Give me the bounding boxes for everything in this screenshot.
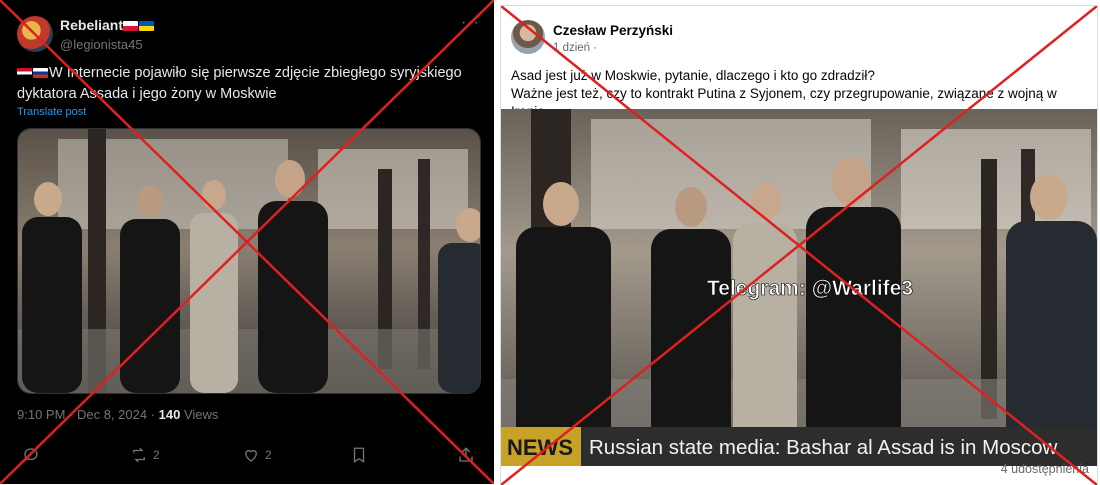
post-photo[interactable]: Telegram: @Warlife3 NEWS Russian state m…: [501, 109, 1097, 466]
twitter-post: Rebeliant @legionista45 ··· W Internecie…: [0, 0, 494, 484]
translate-link[interactable]: Translate post: [17, 106, 86, 118]
more-icon[interactable]: ···: [461, 14, 480, 32]
heart-icon: [245, 449, 257, 462]
author-handle[interactable]: @legionista45: [60, 37, 143, 52]
post-meta: 9:10 PM · Dec 8, 2024 · 140 Views: [17, 407, 218, 422]
like-button[interactable]: 2: [242, 446, 272, 464]
syria-flag-icon: [17, 68, 32, 78]
news-tag: NEWS: [507, 435, 573, 460]
post-timestamp[interactable]: 9:10 PM · Dec 8, 2024 ·: [17, 407, 159, 422]
retweet-icon: [133, 447, 145, 463]
author-name-text: Rebeliant: [60, 17, 124, 33]
author-name[interactable]: Czesław Perzyński: [553, 23, 673, 38]
russia-flag-icon: [33, 68, 48, 78]
news-ticker: Russian state media: Bashar al Assad is …: [589, 436, 1057, 459]
share-button[interactable]: [457, 446, 475, 464]
author-name[interactable]: Rebeliant: [60, 17, 155, 33]
avatar[interactable]: [17, 16, 53, 52]
retweet-button[interactable]: 2: [130, 446, 160, 464]
like-count: 2: [265, 448, 272, 462]
avatar[interactable]: [511, 20, 545, 54]
action-bar: 2 2: [17, 446, 479, 470]
shares-count[interactable]: 4 udostępnienia: [1001, 462, 1089, 476]
reply-button[interactable]: [22, 446, 40, 464]
post-text-line: Asad jest już w Moskwie, pytanie, dlacze…: [511, 68, 875, 83]
photo-illustration: Telegram: @Warlife3 NEWS Russian state m…: [501, 109, 1097, 466]
facebook-post: Czesław Perzyński 1 dzień · Asad jest ju…: [500, 5, 1098, 485]
photo-illustration: [18, 129, 480, 393]
post-text-content: W Internecie pojawiło się pierwsze zdjęc…: [17, 65, 462, 102]
ukraine-flag-icon: [139, 21, 155, 31]
share-icon: [459, 447, 473, 462]
reply-icon: [23, 448, 38, 462]
post-time-text: 1 dzień ·: [553, 42, 598, 54]
views-label: Views: [180, 407, 219, 422]
telegram-watermark: Telegram: @Warlife3: [707, 277, 913, 300]
post-time[interactable]: 1 dzień ·: [553, 42, 597, 54]
retweet-count: 2: [153, 448, 160, 462]
post-text: W Internecie pojawiło się pierwsze zdjęc…: [17, 63, 479, 105]
post-photo[interactable]: [17, 128, 481, 394]
views-count: 140: [158, 407, 181, 422]
bookmark-button[interactable]: [350, 446, 368, 464]
bookmark-icon: [353, 447, 365, 464]
poland-flag-icon: [123, 21, 139, 31]
